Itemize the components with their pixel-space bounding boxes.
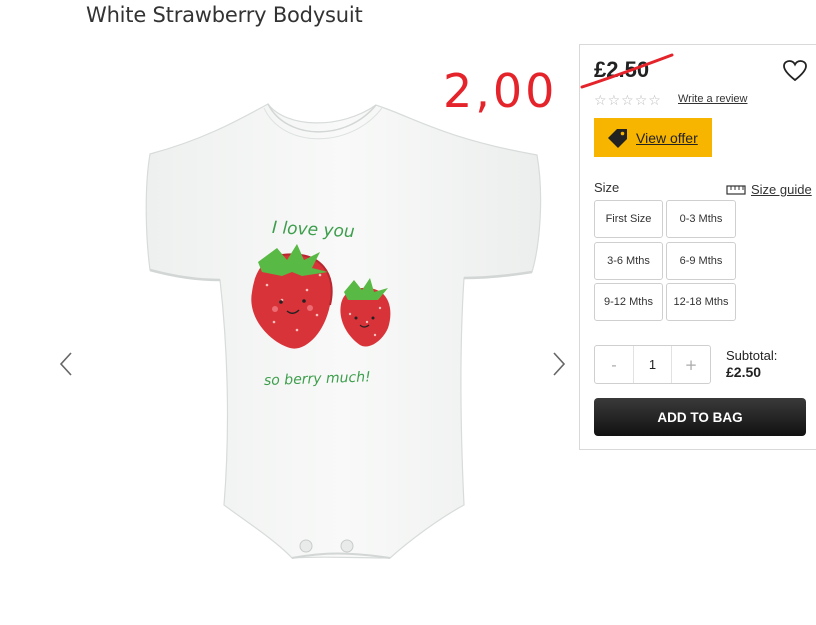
star-icon: ☆: [594, 93, 607, 109]
add-to-bag-button[interactable]: ADD TO BAG: [594, 398, 806, 436]
size-options: First Size 0-3 Mths 3-6 Mths 6-9 Mths 9-…: [594, 200, 736, 321]
old-price: £2.50: [594, 57, 650, 82]
heart-icon: [783, 60, 807, 82]
quantity-stepper: - +: [594, 345, 711, 384]
handwritten-price-annotation: 2,00: [443, 64, 558, 118]
gallery-prev-button[interactable]: [56, 350, 76, 378]
size-option[interactable]: 6-9 Mths: [666, 241, 736, 280]
star-icon: ☆: [621, 93, 634, 109]
size-option[interactable]: 0-3 Mths: [666, 200, 736, 238]
size-option[interactable]: 12-18 Mths: [666, 283, 736, 321]
wishlist-button[interactable]: [782, 59, 808, 83]
chevron-left-icon: [59, 352, 72, 376]
ruler-icon: [726, 184, 746, 195]
product-title: White Strawberry Bodysuit: [86, 3, 363, 27]
size-option[interactable]: First Size: [594, 200, 663, 238]
star-icon: ☆: [648, 93, 661, 109]
size-guide-link[interactable]: Size guide: [726, 182, 812, 197]
view-offer-label: View offer: [636, 129, 698, 146]
size-option[interactable]: 3-6 Mths: [594, 241, 663, 280]
quantity-decrease-button[interactable]: -: [595, 346, 633, 383]
quantity-input[interactable]: [633, 346, 672, 383]
gallery-next-button[interactable]: [549, 350, 569, 378]
rating-stars: ☆ ☆ ☆ ☆ ☆: [594, 94, 661, 108]
view-offer-button[interactable]: View offer: [594, 118, 712, 157]
size-label: Size: [594, 180, 620, 195]
star-icon: ☆: [607, 93, 621, 109]
product-image: I love you so berry much!: [92, 100, 552, 600]
size-option[interactable]: 9-12 Mths: [594, 283, 663, 321]
price-tag-icon: [608, 128, 627, 148]
star-icon: ☆: [634, 93, 648, 109]
chevron-right-icon: [553, 352, 566, 376]
quantity-increase-button[interactable]: +: [672, 346, 710, 383]
subtotal-label: Subtotal:: [726, 348, 778, 363]
size-guide-label: Size guide: [751, 182, 812, 197]
write-review-link[interactable]: Write a review: [678, 93, 747, 105]
subtotal-value: £2.50: [726, 364, 762, 380]
purchase-panel: £2.50 ☆ ☆ ☆ ☆ ☆ Write a review View offe…: [579, 44, 816, 450]
subtotal: Subtotal: £2.50: [726, 348, 777, 380]
